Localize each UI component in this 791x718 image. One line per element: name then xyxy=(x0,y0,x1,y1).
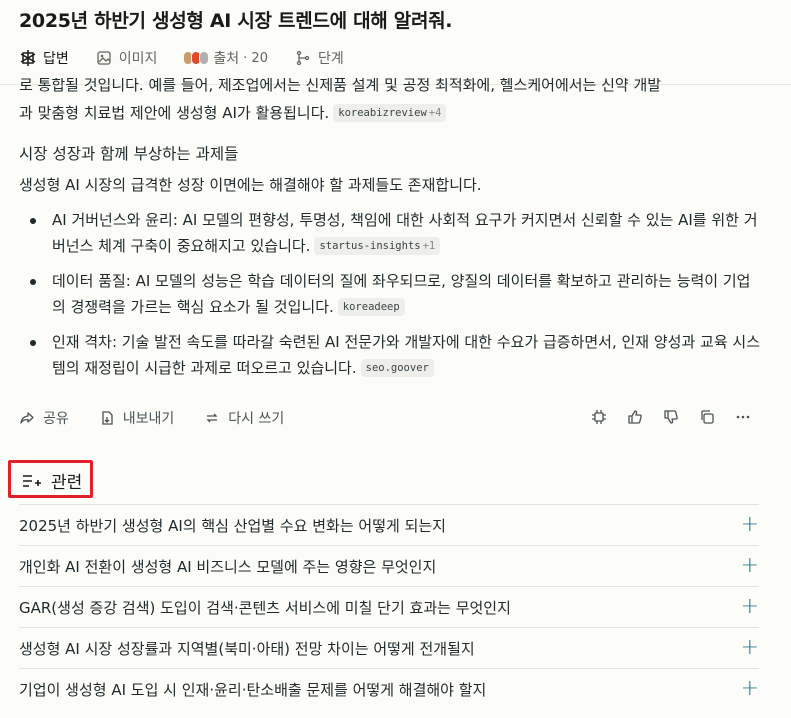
tab-sources[interactable]: 출처 · 20 xyxy=(183,48,268,68)
citation-extra: +4 xyxy=(428,107,442,119)
related-item-text: 생성형 AI 시장 성장률과 지역별(북미·아태) 전망 차이는 어떻게 전개될… xyxy=(19,639,475,658)
thumbs-up-icon[interactable] xyxy=(626,408,644,426)
export-button[interactable]: 내보내기 xyxy=(99,408,175,428)
answer-partial-line: 로 통합될 것입니다. 예를 들어, 제조업에서는 신제품 설계 및 공정 최적… xyxy=(19,78,661,92)
tab-steps-label: 단계 xyxy=(317,51,344,67)
list-item: 데이터 품질: AI 모델의 성능은 학습 데이터의 질에 좌우되므로, 양질의… xyxy=(19,268,761,320)
export-icon xyxy=(99,410,115,426)
related-item-text: 2025년 하반기 생성형 AI의 핵심 산업별 수요 변화는 어떻게 되는지 xyxy=(19,516,446,535)
thumbs-down-icon[interactable] xyxy=(662,408,680,426)
citation-source: startus-insights xyxy=(319,240,421,252)
related-icon xyxy=(21,472,41,490)
section-intro: 생성형 AI 시장의 급격한 성장 이면에는 해결해야 할 과제들도 존재합니다… xyxy=(19,176,482,194)
list-item: AI 거버넌스와 윤리: AI 모델의 편향성, 투명성, 책임에 대한 사회적… xyxy=(19,207,761,259)
related-item-text: 기업이 생성형 AI 도입 시 인재·윤리·탄소배출 문제를 어떻게 해결해야 … xyxy=(19,680,487,699)
answer-tabs: 답변 이미지 출처 · 20 단계 xyxy=(19,44,370,72)
sources-icon xyxy=(183,51,210,65)
answer-paragraph-text: 과 맞춤형 치료법 제안에 생성형 AI가 활용됩니다. xyxy=(19,104,330,122)
tab-answer[interactable]: 답변 xyxy=(19,48,69,68)
tab-sources-count: · 20 xyxy=(243,50,268,66)
share-icon xyxy=(19,410,35,426)
related-item[interactable]: 개인화 AI 전환이 생성형 AI 비즈니스 모델에 주는 영향은 무엇인지 + xyxy=(19,545,759,586)
citation-chip[interactable]: startus-insights +1 xyxy=(314,237,441,255)
related-list: 2025년 하반기 생성형 AI의 핵심 산업별 수요 변화는 어떻게 되는지 … xyxy=(19,504,759,709)
rewrite-button[interactable]: 다시 쓰기 xyxy=(204,408,284,428)
related-item[interactable]: 생성형 AI 시장 성장률과 지역별(북미·아태) 전망 차이는 어떻게 전개될… xyxy=(19,627,759,668)
related-item[interactable]: GAR(생성 증강 검색) 도입이 검색·콘텐츠 서비스에 미칠 단기 효과는 … xyxy=(19,586,759,627)
section-heading: 시장 성장과 함께 부상하는 과제들 xyxy=(19,145,239,163)
tab-answer-label: 답변 xyxy=(43,51,69,67)
answer-icon xyxy=(19,49,37,67)
related-title: 관련 xyxy=(51,473,83,493)
copy-icon[interactable] xyxy=(698,408,716,426)
rewrite-label: 다시 쓰기 xyxy=(228,411,285,427)
citation-chip[interactable]: seo.goover xyxy=(360,359,434,377)
rewrite-icon xyxy=(204,410,220,426)
export-label: 내보내기 xyxy=(122,411,175,427)
share-label: 공유 xyxy=(43,411,69,427)
plus-icon: + xyxy=(740,512,759,537)
list-item: 인재 격차: 기술 발전 속도를 따라갈 숙련된 AI 전문가와 개발자에 대한… xyxy=(19,329,761,381)
tab-sources-label: 출처 xyxy=(213,51,240,67)
answer-partial-text: 로 통합될 것입니다. 예를 들어, 제조업에서는 신제품 설계 및 공정 최적… xyxy=(19,78,662,92)
plus-icon: + xyxy=(740,553,759,578)
citation-source: seo.goover xyxy=(365,362,429,374)
more-icon[interactable] xyxy=(734,408,752,426)
citation-source: koreadeep xyxy=(342,301,400,313)
steps-icon xyxy=(294,49,312,67)
plus-icon: + xyxy=(740,676,759,701)
model-chip-icon[interactable] xyxy=(590,408,608,426)
citation-source: koreabizreview xyxy=(338,107,427,119)
related-item-text: GAR(생성 증강 검색) 도입이 검색·콘텐츠 서비스에 미칠 단기 효과는 … xyxy=(19,598,511,617)
tab-images[interactable]: 이미지 xyxy=(95,48,158,68)
feedback-actions xyxy=(590,408,770,426)
tab-steps[interactable]: 단계 xyxy=(294,48,344,68)
citation-extra: +1 xyxy=(422,240,436,252)
citation-chip[interactable]: koreadeep xyxy=(337,298,405,316)
citation-chip[interactable]: koreabizreview +4 xyxy=(333,104,447,122)
plus-icon: + xyxy=(740,635,759,660)
image-icon xyxy=(95,49,113,67)
related-item[interactable]: 기업이 생성형 AI 도입 시 인재·윤리·탄소배출 문제를 어떻게 해결해야 … xyxy=(19,668,759,709)
tab-images-label: 이미지 xyxy=(118,51,158,67)
answer-paragraph: 과 맞춤형 치료법 제안에 생성형 AI가 활용됩니다. koreabizrevi… xyxy=(19,100,759,126)
related-heading: 관련 xyxy=(21,468,82,493)
share-button[interactable]: 공유 xyxy=(19,408,69,428)
query-title: 2025년 하반기 생성형 AI 시장 트렌드에 대해 알려줘. xyxy=(19,10,453,32)
related-item[interactable]: 2025년 하반기 생성형 AI의 핵심 산업별 수요 변화는 어떻게 되는지 … xyxy=(19,504,759,545)
plus-icon: + xyxy=(740,594,759,619)
bullet-list: AI 거버넌스와 윤리: AI 모델의 편향성, 투명성, 책임에 대한 사회적… xyxy=(19,207,761,390)
related-item-text: 개인화 AI 전환이 생성형 AI 비즈니스 모델에 주는 영향은 무엇인지 xyxy=(19,557,437,576)
answer-actions: 공유 내보내기 다시 쓰기 xyxy=(19,408,314,428)
